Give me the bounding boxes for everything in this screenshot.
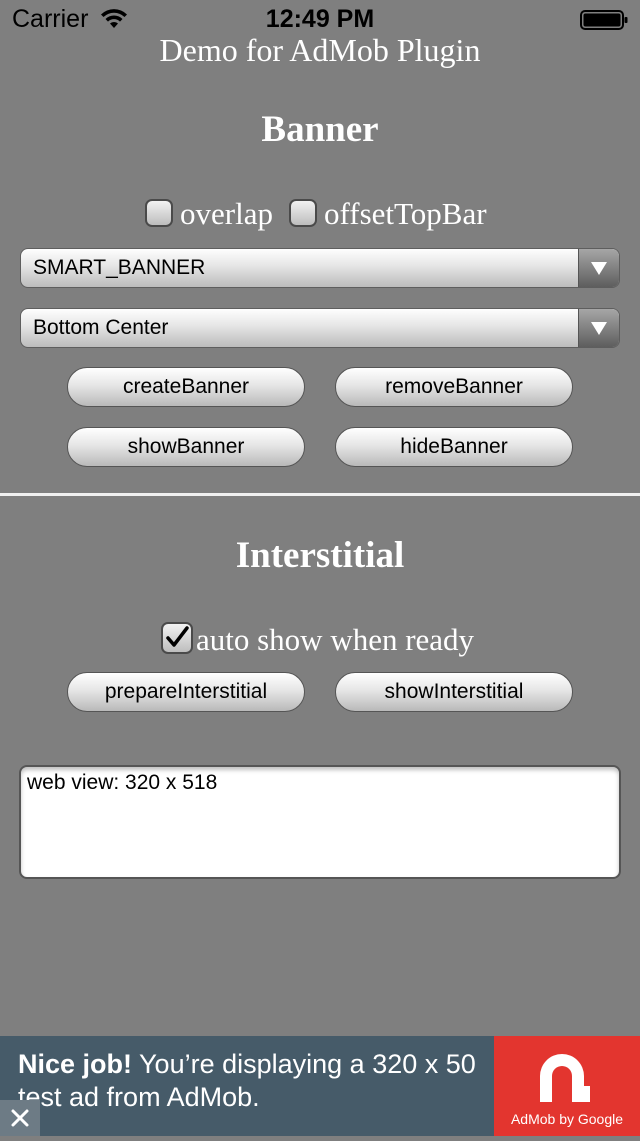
admob-icon — [540, 1054, 590, 1102]
chevron-down-icon — [578, 309, 619, 347]
banner-size-select[interactable]: SMART_BANNER — [20, 248, 620, 288]
close-icon — [11, 1109, 29, 1127]
banner-position-select[interactable]: Bottom Center — [20, 308, 620, 348]
auto-show-checkbox[interactable] — [161, 622, 193, 654]
ad-headline: Nice job! — [18, 1049, 133, 1079]
checkmark-icon — [166, 626, 189, 647]
overlap-checkbox[interactable] — [145, 199, 173, 227]
create-banner-button[interactable]: createBanner — [67, 367, 305, 407]
chevron-down-icon — [578, 249, 619, 287]
show-interstitial-button[interactable]: showInterstitial — [335, 672, 573, 712]
show-banner-button[interactable]: showBanner — [67, 427, 305, 467]
banner-position-value: Bottom Center — [33, 316, 169, 339]
ad-close-button[interactable] — [0, 1100, 40, 1136]
ad-text[interactable]: Nice job! You’re displaying a 320 x 50 t… — [18, 1048, 493, 1114]
interstitial-heading: Interstitial — [235, 535, 405, 576]
offset-top-bar-label: offsetTopBar — [324, 196, 487, 231]
banner-heading: Banner — [261, 109, 379, 150]
web-view-info: web view: 320 x 518 — [27, 771, 218, 794]
battery-icon — [580, 10, 628, 30]
admob-logo-label: AdMob by Google — [510, 1111, 624, 1127]
page-title: Demo for AdMob Plugin — [159, 32, 481, 68]
prepare-interstitial-button[interactable]: prepareInterstitial — [67, 672, 305, 712]
status-time: 12:49 PM — [265, 5, 375, 33]
section-divider — [0, 493, 640, 496]
hide-banner-button[interactable]: hideBanner — [335, 427, 573, 467]
overlap-label: overlap — [180, 196, 273, 231]
banner-size-value: SMART_BANNER — [33, 256, 206, 279]
auto-show-label: auto show when ready — [196, 622, 475, 657]
web-view-textarea[interactable]: web view: 320 x 518 — [19, 765, 621, 879]
remove-banner-button[interactable]: removeBanner — [335, 367, 573, 407]
offset-top-bar-checkbox[interactable] — [289, 199, 317, 227]
